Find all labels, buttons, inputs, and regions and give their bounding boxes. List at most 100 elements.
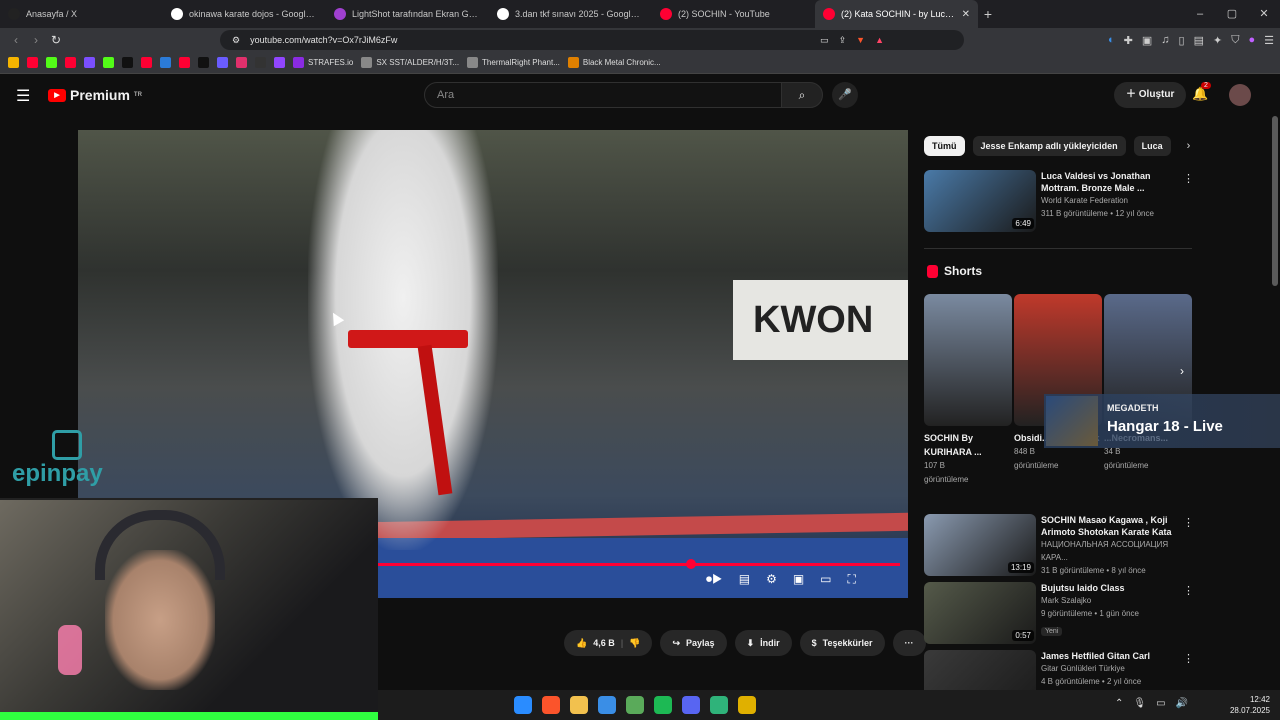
search-button[interactable]: ⌕ xyxy=(781,82,823,108)
app-icon[interactable] xyxy=(626,696,644,714)
settings-gear-icon[interactable]: ⚙ xyxy=(766,572,777,587)
cast-icon[interactable]: ▭ xyxy=(820,35,829,46)
create-button[interactable]: ＋ Oluştur xyxy=(1114,82,1187,108)
site-info-icon[interactable]: ⚙ xyxy=(232,35,240,46)
forward-icon[interactable]: › xyxy=(26,33,46,47)
brave-shield-icon[interactable]: ▼ xyxy=(856,35,865,46)
back-icon[interactable]: ‹ xyxy=(6,33,26,47)
new-tab-button[interactable]: + xyxy=(978,6,998,22)
subtitles-icon[interactable]: ▤ xyxy=(739,572,750,587)
bookmark-item[interactable]: SX SST/ALDER/H/3T... xyxy=(361,57,459,68)
youtube-premium-logo[interactable]: ▶ Premium TR xyxy=(48,87,142,103)
reload-icon[interactable]: ↻ xyxy=(46,33,66,47)
browser-tab[interactable]: (2) SOCHIN - YouTube xyxy=(652,0,815,28)
filter-chip[interactable]: Luca xyxy=(1133,136,1171,156)
brave-icon[interactable] xyxy=(542,696,560,714)
wallet-icon[interactable]: ▤ xyxy=(1194,34,1204,47)
thanks-button[interactable]: $ Teşekkürler xyxy=(799,630,885,656)
theater-mode-icon[interactable]: ▭ xyxy=(820,572,831,587)
bookmark-item[interactable] xyxy=(103,57,114,68)
extension-icon[interactable]: ◐ xyxy=(1108,34,1115,46)
recommended-video[interactable]: 13:19 SOCHIN Masao Kagawa , Koji Arimoto … xyxy=(924,514,1194,578)
fullscreen-icon[interactable]: ⛶ xyxy=(848,572,856,587)
search-input[interactable]: Ara xyxy=(424,82,782,108)
notifications-button[interactable]: 🔔 2 xyxy=(1192,82,1211,102)
like-button[interactable]: 👍 4,6 B | 👎 xyxy=(564,630,653,656)
brave-rewards-icon[interactable]: ▲ xyxy=(875,35,884,46)
more-options-icon[interactable]: ⋮ xyxy=(1183,172,1194,185)
bookmark-item[interactable] xyxy=(236,57,247,68)
bookmark-item[interactable] xyxy=(160,57,171,68)
recommended-video[interactable]: 6:49 Luca Valdesi vs Jonathan Mottram. Br… xyxy=(924,170,1194,234)
bookmark-item[interactable] xyxy=(274,57,285,68)
bookmark-item[interactable] xyxy=(27,57,38,68)
miniplayer-icon[interactable]: ▣ xyxy=(793,572,804,587)
profile-icon[interactable]: ● xyxy=(1248,34,1255,46)
bookmark-item[interactable]: ThermalRight Phant... xyxy=(467,57,560,68)
page-scrollbar[interactable] xyxy=(1272,116,1278,286)
browser-tab[interactable]: okinawa karate dojos - Google'da Ar... xyxy=(163,0,326,28)
short-thumbnail[interactable] xyxy=(924,294,1012,426)
video-title[interactable]: James Hetfiled Gitan Carl xyxy=(1041,650,1181,662)
discord-icon[interactable] xyxy=(682,696,700,714)
video-title[interactable]: Bujutsu Iaido Class xyxy=(1041,582,1181,594)
video-thumbnail[interactable]: 13:19 xyxy=(924,514,1036,576)
download-button[interactable]: ⬇ İndir xyxy=(734,630,792,656)
chips-next-icon[interactable]: › xyxy=(1187,140,1191,152)
filter-chip[interactable]: Jesse Enkamp adlı yükleyiciden xyxy=(972,136,1126,156)
video-channel[interactable]: World Karate Federation xyxy=(1041,194,1181,207)
video-progress-bar[interactable] xyxy=(378,563,900,566)
photos-icon[interactable] xyxy=(598,696,616,714)
shorts-next-icon[interactable]: › xyxy=(1180,364,1184,378)
minimize-icon[interactable]: – xyxy=(1184,0,1216,28)
bookmark-item[interactable] xyxy=(141,57,152,68)
network-icon[interactable]: ▭ xyxy=(1156,698,1165,709)
app-green-icon[interactable] xyxy=(710,696,728,714)
share-button[interactable]: ↪ Paylaş xyxy=(660,630,727,656)
bookmark-item[interactable] xyxy=(84,57,95,68)
close-window-icon[interactable]: ✕ xyxy=(1248,0,1280,28)
bookmark-item[interactable] xyxy=(122,57,133,68)
app-yellow-icon[interactable] xyxy=(738,696,756,714)
bookmark-item[interactable]: STRAFES.io xyxy=(293,57,353,68)
autoplay-toggle-icon[interactable]: ⏺▶ xyxy=(706,572,723,587)
bookmark-item[interactable] xyxy=(217,57,228,68)
filter-chip[interactable]: Tümü xyxy=(924,136,965,156)
recommended-video[interactable]: 0:57 Bujutsu Iaido Class Mark Szalajko 9 gö… xyxy=(924,582,1194,646)
bookmark-item[interactable]: Black Metal Chronic... xyxy=(567,57,661,68)
short-title[interactable]: SOCHIN By KURIHARA ... xyxy=(924,431,1014,459)
more-options-icon[interactable]: ⋮ xyxy=(1183,584,1194,597)
progress-scrubber[interactable] xyxy=(686,559,696,569)
video-channel[interactable]: Gitar Günlükleri Türkiye xyxy=(1041,662,1181,675)
browser-tab[interactable]: Anasayfa / X xyxy=(0,0,163,28)
browser-tab[interactable]: (2) Kata SOCHIN - by Luca Va... ✕ xyxy=(815,0,978,28)
menu-icon[interactable]: ☰ xyxy=(1264,34,1274,47)
tray-mic-icon[interactable]: 🎙 xyxy=(1133,698,1146,709)
bookmark-item[interactable] xyxy=(8,57,19,68)
more-actions-button[interactable]: ··· xyxy=(892,630,926,656)
avatar[interactable] xyxy=(1229,84,1251,106)
video-title[interactable]: SOCHIN Masao Kagawa , Koji Arimoto Shoto… xyxy=(1041,514,1181,538)
bookmark-item[interactable] xyxy=(179,57,190,68)
system-clock[interactable]: 12:42 28.07.2025 xyxy=(1230,694,1270,716)
windows-start-icon[interactable] xyxy=(514,696,532,714)
thumbs-down-icon[interactable]: 👎 xyxy=(629,638,640,649)
tab-close-icon[interactable]: ✕ xyxy=(962,9,970,20)
bookmark-item[interactable] xyxy=(65,57,76,68)
restore-icon[interactable]: ▢ xyxy=(1216,0,1248,28)
video-channel[interactable]: НАЦИОНАЛЬНАЯ АССОЦИАЦИЯ КАРА... xyxy=(1041,538,1181,564)
hamburger-menu-icon[interactable]: ☰ xyxy=(16,86,30,106)
voice-search-button[interactable]: 🎤 xyxy=(832,82,858,108)
video-thumbnail[interactable]: 0:57 xyxy=(924,582,1036,644)
vpn-icon[interactable]: ⛉ xyxy=(1231,34,1239,47)
video-title[interactable]: Luca Valdesi vs Jonathan Mottram. Bronze… xyxy=(1041,170,1181,194)
browser-tab[interactable]: LightShot tarafından Ekran Görüntü... xyxy=(326,0,489,28)
music-icon[interactable]: ♫ xyxy=(1161,34,1169,46)
more-options-icon[interactable]: ⋮ xyxy=(1183,652,1194,665)
more-options-icon[interactable]: ⋮ xyxy=(1183,516,1194,529)
url-bar[interactable]: ⚙ youtube.com/watch?v=Ox7rJiM6zFw ▭ ⇪ ▼ … xyxy=(220,30,964,50)
puzzle-icon[interactable]: ✚ xyxy=(1124,34,1133,47)
video-thumbnail[interactable]: 6:49 xyxy=(924,170,1036,232)
tray-chevron-icon[interactable]: ⌃ xyxy=(1115,698,1123,709)
video-channel[interactable]: Mark Szalajko xyxy=(1041,594,1181,607)
